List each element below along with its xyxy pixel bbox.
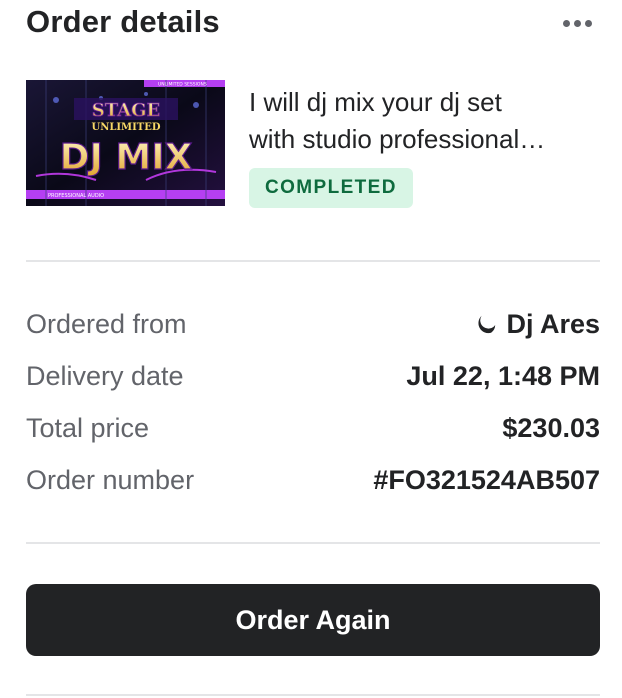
divider [26,260,600,262]
status-badge: COMPLETED [249,168,413,208]
divider [26,542,600,544]
total-price-row: Total price $230.03 [26,410,600,446]
thumb-text: PROFESSIONAL AUDIO [48,193,104,199]
delivery-date-row: Delivery date Jul 22, 1:48 PM [26,358,600,394]
order-number-row: Order number #FO321524AB507 [26,462,600,498]
gig-title-line: I will dj mix your dj set [249,87,502,117]
order-details-header: Order details [26,0,600,48]
gig-title-link[interactable]: I will dj mix your dj set with studio pr… [249,84,599,158]
more-dot [584,19,592,27]
thumb-text: UNLIMITED [91,122,160,133]
gig-summary: STAGE UNLIMITED DJ MIX PROFESSIONAL AUDI… [26,80,600,210]
seller-link[interactable]: Dj Ares [474,306,600,342]
order-again-button[interactable]: Order Again [26,584,600,656]
more-options-icon[interactable] [560,10,594,36]
ordered-from-label: Ordered from [26,309,187,339]
thumb-text: STAGE [92,100,160,121]
more-dot [562,19,570,27]
total-price-label: Total price [26,413,150,443]
more-dot [573,19,581,27]
gig-title-line: with studio professional… [249,124,546,154]
moon-icon [478,315,496,334]
order-number-label: Order number [26,465,195,495]
ordered-from-row: Ordered from Dj Ares [26,306,600,342]
total-price-value: $230.03 [502,413,600,443]
seller-name: Dj Ares [506,309,600,339]
delivery-date-value: Jul 22, 1:48 PM [406,361,600,391]
page-title: Order details [26,4,220,39]
order-number-value: #FO321524AB507 [373,465,600,495]
gig-thumbnail[interactable]: STAGE UNLIMITED DJ MIX PROFESSIONAL AUDI… [26,80,225,206]
divider [26,694,600,696]
thumb-text: UNLIMITED SESSIONS [158,82,207,88]
delivery-date-label: Delivery date [26,361,184,391]
thumb-text: DJ MIX [60,137,193,178]
